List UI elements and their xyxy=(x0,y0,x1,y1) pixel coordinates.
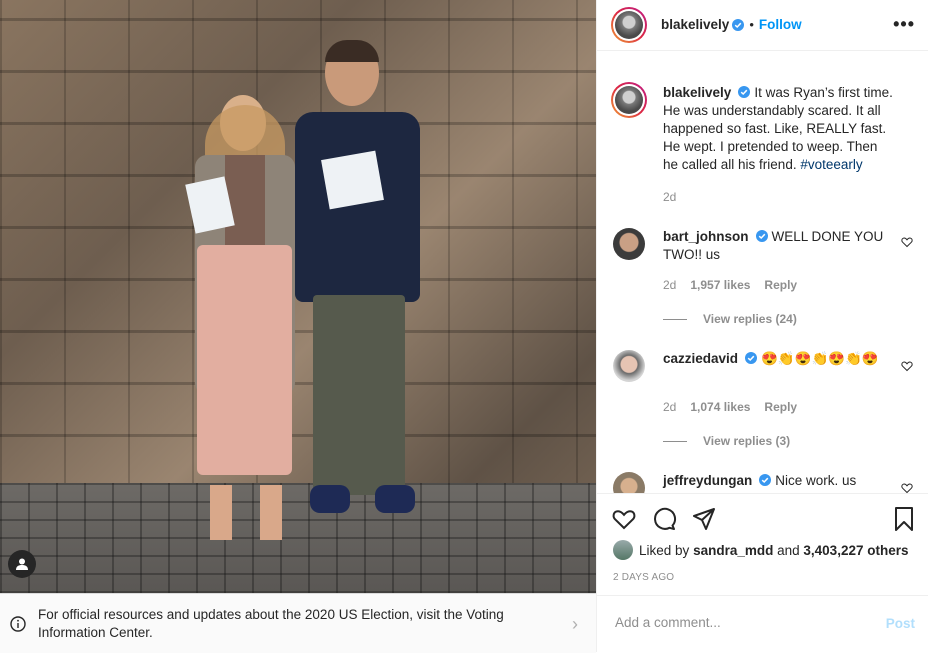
comment-text: 😍👏😍👏😍👏😍 xyxy=(761,351,879,366)
caption-row: blakelively It was Ryan’s first time. He … xyxy=(611,82,913,204)
post-actions: Liked by sandra_mdd and 3,403,227 others… xyxy=(597,493,928,654)
comment-likes[interactable]: 1,074 likes xyxy=(690,400,750,414)
election-info-banner[interactable]: For official resources and updates about… xyxy=(0,593,596,653)
comment-likes[interactable]: 1,957 likes xyxy=(690,278,750,292)
commenter-username[interactable]: bart_johnson xyxy=(663,229,749,244)
bookmark-icon[interactable] xyxy=(891,506,917,532)
add-comment-bar: Post xyxy=(597,595,928,654)
share-icon[interactable] xyxy=(691,506,717,532)
follow-button[interactable]: Follow xyxy=(759,17,802,32)
verified-badge-icon xyxy=(738,86,751,98)
liked-by-summary: Liked by sandra_mdd and 3,403,227 others xyxy=(613,540,908,560)
verified-badge-icon xyxy=(755,230,768,242)
likes-others-button[interactable]: 3,403,227 others xyxy=(803,543,908,558)
comment-input[interactable] xyxy=(613,614,857,631)
post-photo[interactable] xyxy=(0,0,596,593)
person-man xyxy=(285,40,425,540)
comment-age: 2d xyxy=(663,400,677,414)
commenter-avatar[interactable] xyxy=(613,350,645,382)
liked-by-user[interactable]: sandra_mdd xyxy=(693,543,773,558)
comment-text: Nice work. us xyxy=(775,473,857,488)
comment-row: bart_johnson WELL DONE YOU TWO!! us 2d 1,9… xyxy=(613,228,913,328)
comment-text-block: jeffreydungan Nice work. us xyxy=(663,472,895,490)
caption-username[interactable]: blakelively xyxy=(663,85,731,100)
comment-icon[interactable] xyxy=(651,506,677,532)
author-avatar[interactable] xyxy=(611,7,647,43)
post-date[interactable]: 2 DAYS AGO xyxy=(613,572,674,583)
comment-reply-button[interactable]: Reply xyxy=(764,278,797,292)
user-tag-button[interactable] xyxy=(8,550,36,578)
user-tag-icon xyxy=(16,558,28,570)
verified-badge-icon xyxy=(732,18,745,31)
info-icon xyxy=(10,615,26,632)
comment-reply-button[interactable]: Reply xyxy=(764,400,797,414)
comment-row: jeffreydungan Nice work. us xyxy=(613,472,913,493)
caption-text-block: blakelively It was Ryan’s first time. He … xyxy=(663,84,895,174)
verified-badge-icon xyxy=(759,474,772,486)
view-replies-label: View replies (24) xyxy=(703,312,797,326)
commenter-username[interactable]: jeffreydungan xyxy=(663,473,752,488)
comment-row: cazziedavid 😍👏😍👏😍👏😍 2d 1,074 likes Reply Vi… xyxy=(613,350,913,450)
author-username[interactable]: blakelively xyxy=(661,17,729,32)
verified-badge-icon xyxy=(745,352,758,364)
caption-age: 2d xyxy=(663,190,677,204)
comment-like-icon[interactable] xyxy=(901,360,913,372)
heart-icon[interactable] xyxy=(611,506,637,532)
comment-meta: 2d 1,074 likes Reply xyxy=(663,400,811,414)
liker-avatar[interactable] xyxy=(613,540,633,560)
view-replies-button[interactable]: View replies (3) xyxy=(663,434,790,448)
chevron-right-icon: › xyxy=(572,614,578,634)
comment-text-block: cazziedavid 😍👏😍👏😍👏😍 xyxy=(663,350,895,368)
view-replies-label: View replies (3) xyxy=(703,434,791,448)
commenter-username[interactable]: cazziedavid xyxy=(663,351,738,366)
comment-like-icon[interactable] xyxy=(901,482,913,493)
liked-by-prefix: Liked by xyxy=(639,542,690,558)
post-header: blakelively • Follow ••• xyxy=(597,0,928,51)
header-separator: • xyxy=(749,17,754,32)
commenter-avatar[interactable] xyxy=(613,228,645,260)
comments-list[interactable]: blakelively It was Ryan’s first time. He … xyxy=(597,51,928,493)
comment-text-block: bart_johnson WELL DONE YOU TWO!! us xyxy=(663,228,895,264)
caption-author-avatar[interactable] xyxy=(611,82,647,118)
commenter-avatar[interactable] xyxy=(613,472,645,493)
post-comment-button[interactable]: Post xyxy=(886,616,915,631)
comment-age: 2d xyxy=(663,278,677,292)
post-side-panel: blakelively • Follow ••• blakelively It w… xyxy=(596,0,928,652)
comment-meta: 2d 1,957 likes Reply xyxy=(663,278,811,292)
more-options-icon[interactable]: ••• xyxy=(893,14,915,35)
comment-like-icon[interactable] xyxy=(901,236,913,248)
election-banner-text: For official resources and updates about… xyxy=(38,606,504,640)
caption-hashtag[interactable]: #voteearly xyxy=(800,157,862,172)
liked-by-and: and xyxy=(777,542,800,558)
view-replies-button[interactable]: View replies (24) xyxy=(663,312,797,326)
